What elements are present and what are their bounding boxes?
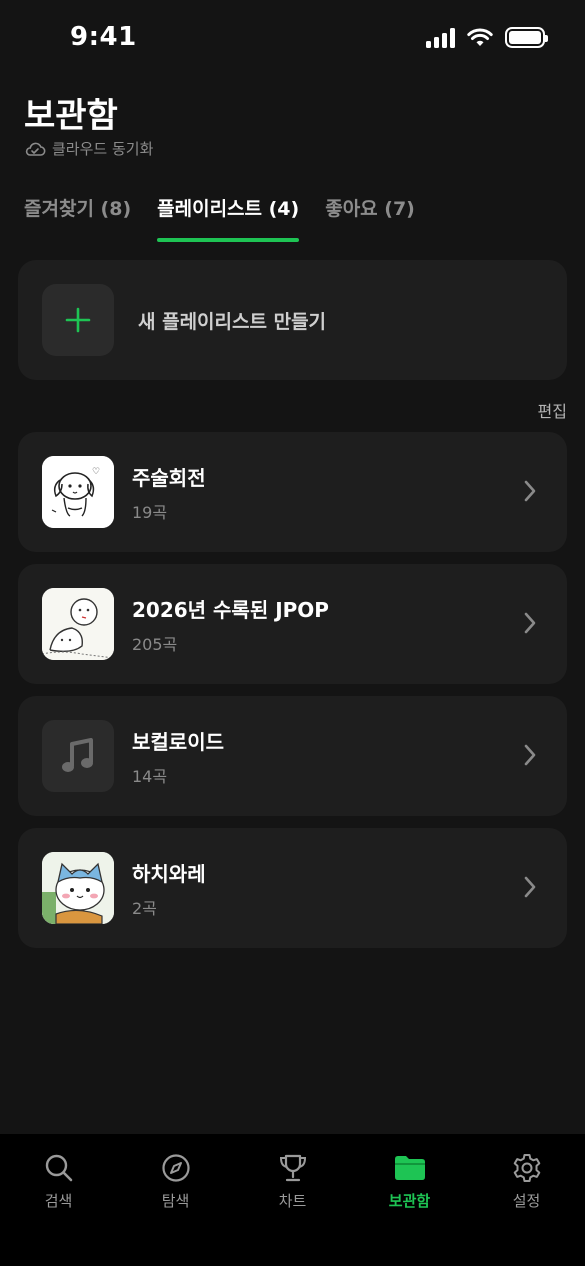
status-bar: 9:41 [0, 0, 585, 78]
nav-library-label: 보관함 [388, 1192, 431, 1210]
create-playlist-label: 새 플레이리스트 만들기 [138, 310, 327, 333]
plus-icon [42, 284, 114, 356]
wifi-icon [467, 28, 493, 46]
playlist-thumbnail [42, 588, 114, 660]
playlist-count: 14곡 [132, 766, 168, 786]
cloud-icon [25, 142, 46, 156]
folder-icon [394, 1156, 425, 1180]
playlist-thumbnail [42, 852, 114, 924]
status-time: 9:41 [70, 22, 137, 52]
create-playlist-button[interactable]: 새 플레이리스트 만들기 [18, 260, 567, 380]
nav-settings[interactable]: 설정 [468, 1134, 585, 1214]
playlist-item[interactable]: 보컬로이드 14곡 [18, 696, 567, 816]
hachiware-image [42, 852, 114, 924]
chevron-right-icon [524, 612, 536, 634]
playlist-count: 2곡 [132, 898, 157, 918]
edit-button[interactable]: 편집 [538, 398, 567, 422]
cartoon-sketch-image [42, 588, 114, 660]
playlist-count: 19곡 [132, 502, 168, 522]
playlist-item[interactable]: 2026년 수록된 JPOP 205곡 [18, 564, 567, 684]
status-icons [426, 27, 548, 48]
tab-likes[interactable]: 좋아요 (7) [325, 194, 415, 242]
nav-chart[interactable]: 차트 [234, 1134, 351, 1214]
cellular-signal-icon [426, 27, 455, 48]
tab-playlists[interactable]: 플레이리스트 (4) [157, 194, 300, 242]
compass-icon [161, 1154, 190, 1182]
playlist-name: 하치와레 [132, 861, 206, 886]
bottom-tab-bar: 검색 탐색 차트 보관함 설정 [0, 1134, 585, 1266]
gear-icon [513, 1154, 540, 1182]
playlist-item[interactable]: ♡ 주술회전 19곡 [18, 432, 567, 552]
nav-chart-label: 차트 [278, 1192, 307, 1210]
playlist-thumbnail [42, 720, 114, 792]
playlist-item[interactable]: 하치와레 2곡 [18, 828, 567, 948]
nav-search[interactable]: 검색 [0, 1134, 117, 1214]
battery-icon [505, 27, 548, 48]
page-title: 보관함 [24, 96, 118, 136]
playlist-count: 205곡 [132, 634, 178, 654]
library-tabs: 즐겨찾기 (8) 플레이리스트 (4) 좋아요 (7) [24, 194, 415, 242]
playlist-name: 주술회전 [132, 465, 206, 490]
dog-sketch-image: ♡ [42, 456, 114, 528]
playlist-thumbnail: ♡ [42, 456, 114, 528]
search-icon [45, 1154, 72, 1182]
svg-text:♡: ♡ [92, 467, 100, 477]
nav-explore-label: 탐색 [161, 1192, 190, 1210]
nav-search-label: 검색 [44, 1192, 73, 1210]
chevron-right-icon [524, 480, 536, 502]
cloud-sync[interactable]: 클라우드 동기화 [24, 138, 153, 159]
nav-settings-label: 설정 [512, 1192, 541, 1210]
cloud-sync-label: 클라우드 동기화 [52, 140, 154, 158]
nav-explore[interactable]: 탐색 [117, 1134, 234, 1214]
chevron-right-icon [524, 744, 536, 766]
playlist-name: 2026년 수록된 JPOP [132, 597, 329, 622]
trophy-icon [279, 1154, 306, 1182]
chevron-right-icon [524, 876, 536, 898]
nav-library[interactable]: 보관함 [351, 1134, 468, 1214]
tab-favorites[interactable]: 즐겨찾기 (8) [24, 194, 131, 242]
music-note-icon [62, 738, 93, 772]
playlist-name: 보컬로이드 [132, 729, 224, 754]
